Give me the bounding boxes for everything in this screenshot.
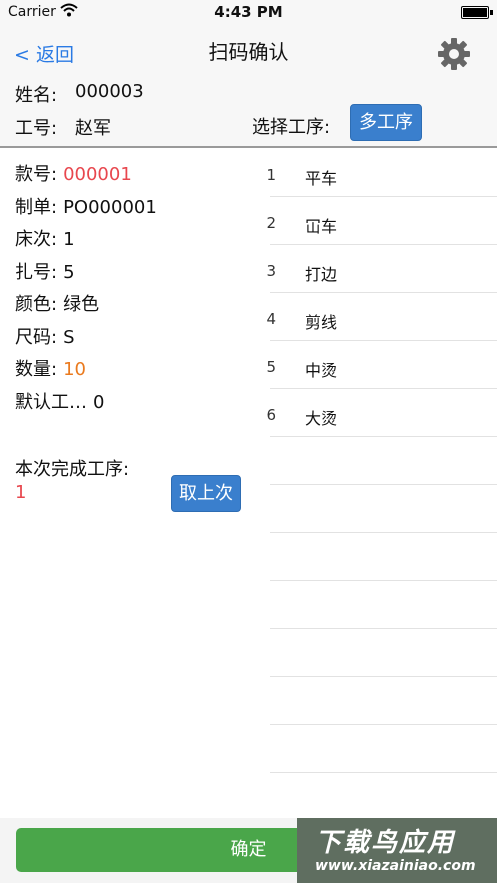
gear-icon[interactable] (436, 36, 472, 72)
process-number: 4 (266, 310, 276, 328)
detail-value: 0 (93, 391, 105, 413)
process-name: 冚车 (305, 217, 338, 236)
watermark: 下载鸟应用 www.xiazainiao.com (297, 818, 497, 883)
detail-value: PO000001 (63, 196, 157, 218)
list-item (270, 628, 497, 677)
list-item[interactable]: 2 冚车 (266, 196, 497, 245)
list-item[interactable]: 6 大烫 (266, 388, 497, 437)
multi-process-button[interactable]: 多工序 (350, 104, 422, 141)
detail-label: 床次: (15, 229, 58, 250)
detail-value: 绿色 (63, 294, 100, 315)
process-number: 6 (266, 406, 276, 424)
clock: 4:43 PM (214, 3, 283, 21)
detail-value: 000001 (63, 164, 132, 185)
process-number: 2 (266, 214, 276, 232)
process-number: 5 (266, 358, 276, 376)
name-label: 姓名: (15, 85, 58, 106)
detail-label: 尺码: (15, 326, 58, 348)
list-item (270, 532, 497, 581)
watermark-title: 下载鸟应用 (315, 828, 456, 858)
detail-label: 款号: (15, 164, 58, 185)
process-name: 平车 (305, 169, 338, 188)
detail-row: 款号: 000001 (15, 160, 132, 186)
process-number: 3 (266, 262, 276, 280)
select-process-label: 选择工序: (252, 117, 331, 138)
detail-row: 床次: 1 (15, 225, 75, 251)
process-name: 打边 (305, 265, 338, 284)
id-label: 工号: (15, 118, 58, 139)
detail-row: 尺码: S (15, 323, 75, 349)
status-bar: Carrier 4:43 PM (0, 0, 497, 24)
header: < 返回 扫码确认 姓名: 000003 工号: 赵军 选择工序: 多工序 (0, 24, 497, 148)
process-name: 中烫 (305, 361, 338, 380)
detail-row: 扎号: 5 (15, 258, 75, 284)
detail-value: 1 (63, 229, 75, 250)
detail-value: 5 (63, 261, 75, 283)
detail-value: S (63, 326, 75, 348)
list-item (270, 676, 497, 725)
process-name: 大烫 (305, 409, 338, 428)
process-name: 剪线 (305, 313, 338, 332)
undo-last-button[interactable]: 取上次 (171, 475, 241, 512)
list-item[interactable]: 1 平车 (266, 148, 497, 197)
list-item (270, 580, 497, 629)
list-item[interactable]: 5 中烫 (266, 340, 497, 389)
detail-label: 数量: (15, 359, 58, 380)
detail-row: 颜色: 绿色 (15, 290, 99, 316)
detail-label: 制单: (15, 196, 58, 218)
detail-label: 颜色: (15, 294, 58, 315)
detail-row: 数量: 10 (15, 355, 86, 381)
list-item[interactable]: 3 打边 (266, 244, 497, 293)
completed-label: 本次完成工序: (15, 459, 130, 480)
watermark-url: www.xiazainiao.com (315, 858, 476, 874)
list-item (270, 436, 497, 485)
completed-value: 1 (15, 482, 27, 503)
list-item (270, 724, 497, 773)
detail-row: 制单: PO000001 (15, 193, 157, 219)
detail-label: 默认工… (15, 391, 87, 413)
list-item[interactable]: 4 剪线 (266, 292, 497, 341)
process-number: 1 (266, 166, 276, 184)
detail-value: 10 (63, 359, 86, 380)
id-value: 赵军 (75, 118, 111, 139)
bottom-bar: 确定 下载鸟应用 www.xiazainiao.com (0, 818, 497, 883)
battery-icon (461, 6, 493, 19)
page-title: 扫码确认 (208, 40, 289, 64)
detail-row: 默认工… 0 (15, 388, 104, 414)
name-value: 000003 (75, 81, 144, 102)
detail-label: 扎号: (15, 261, 58, 283)
list-item (270, 484, 497, 533)
